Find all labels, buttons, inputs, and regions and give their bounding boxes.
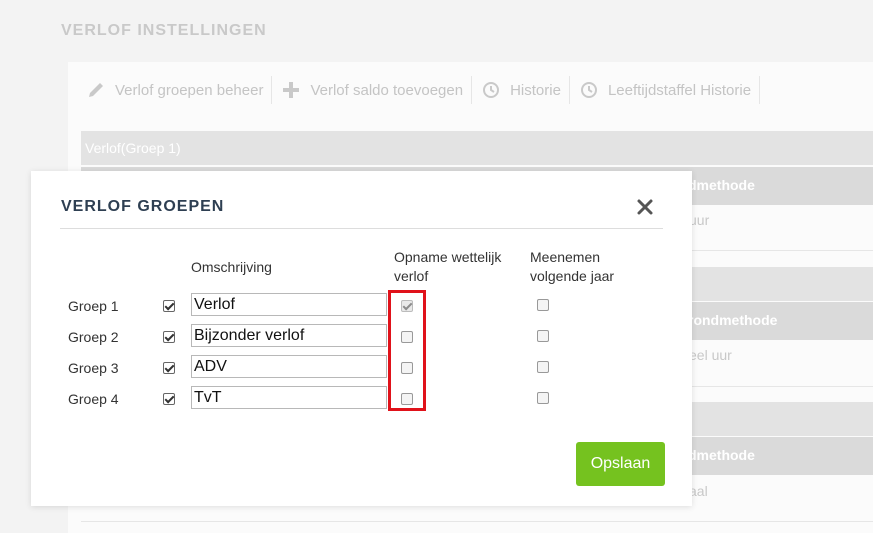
- group-description-input[interactable]: [191, 293, 387, 316]
- table-header-label: rondmethode: [688, 312, 778, 328]
- group-row-4: Groep 4: [31, 384, 692, 415]
- group-enabled-checkbox[interactable]: [163, 331, 175, 343]
- group-name: Groep 2: [68, 329, 119, 345]
- toolbar-history-button[interactable]: Historie: [480, 76, 570, 104]
- group-enabled-checkbox[interactable]: [163, 362, 175, 374]
- column-header-description: Omschrijving: [191, 259, 272, 275]
- carry-over-checkbox[interactable]: [537, 392, 549, 404]
- group-name: Groep 3: [68, 360, 119, 376]
- group-enabled-checkbox[interactable]: [163, 393, 175, 405]
- toolbar-age-history-label: Leeftijdstaffel Historie: [607, 81, 752, 99]
- toolbar-add-balance-button[interactable]: Verlof saldo toevoegen: [280, 76, 473, 104]
- group-row-3: Groep 3: [31, 353, 692, 384]
- highlight-box: [388, 290, 426, 411]
- column-header-carry-over: Meenemen volgende jaar: [530, 249, 615, 284]
- table-cell: eel uur: [689, 347, 732, 363]
- toolbar: Verlof groepen beheer Verlof saldo toevo…: [85, 76, 768, 104]
- divider: [81, 521, 873, 522]
- dialog-title: VERLOF GROEPEN: [61, 198, 225, 215]
- toolbar-history-label: Historie: [510, 81, 561, 99]
- toolbar-groups-button[interactable]: Verlof groepen beheer: [85, 76, 273, 104]
- pencil-icon: [85, 79, 107, 101]
- table-header-label: dmethode: [688, 447, 755, 463]
- toolbar-age-history-button[interactable]: Leeftijdstaffel Historie: [578, 76, 761, 104]
- history-icon: [480, 79, 502, 101]
- group-row-1: Groep 1: [31, 291, 692, 322]
- group-description-input[interactable]: [191, 386, 387, 409]
- group-enabled-checkbox[interactable]: [163, 300, 175, 312]
- group-row-2: Groep 2: [31, 322, 692, 353]
- carry-over-checkbox[interactable]: [537, 361, 549, 373]
- table-header-label: dmethode: [688, 177, 755, 193]
- carry-over-checkbox[interactable]: [537, 299, 549, 311]
- group-description-input[interactable]: [191, 355, 387, 378]
- group-name: Groep 1: [68, 298, 119, 314]
- save-button[interactable]: Opslaan: [576, 442, 665, 486]
- plus-icon: [280, 79, 302, 101]
- leave-groups-dialog: VERLOF GROEPEN Omschrijving Opname wette…: [31, 171, 692, 506]
- toolbar-add-balance-label: Verlof saldo toevoegen: [310, 81, 464, 99]
- page-title: VERLOF INSTELLINGEN: [61, 22, 267, 39]
- group-description-input[interactable]: [191, 324, 387, 347]
- toolbar-groups-label: Verlof groepen beheer: [115, 81, 264, 99]
- group-header: Verlof(Groep 1): [81, 131, 873, 165]
- history-icon: [578, 79, 600, 101]
- group-name: Groep 4: [68, 391, 119, 407]
- column-header-statutory: Opname wettelijk verlof: [394, 249, 502, 284]
- carry-over-checkbox[interactable]: [537, 330, 549, 342]
- table-cell: uur: [689, 212, 710, 228]
- dialog-divider: [60, 228, 663, 229]
- close-icon[interactable]: [635, 197, 655, 217]
